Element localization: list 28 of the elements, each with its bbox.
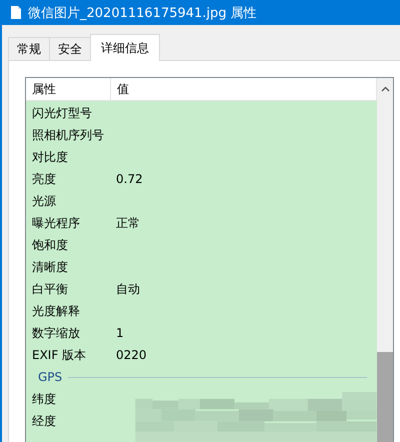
property-name: 曝光程序: [32, 214, 81, 232]
property-name: 照相机序列号: [32, 126, 105, 144]
property-name: 亮度: [32, 170, 57, 188]
property-name: 清晰度: [32, 258, 69, 276]
property-name: 对比度: [32, 148, 69, 166]
property-name: EXIF 版本: [32, 346, 88, 364]
scrollbar[interactable]: [377, 78, 393, 442]
tab[interactable]: 详细信息: [90, 34, 160, 61]
property-name: 经度: [32, 412, 57, 430]
property-name: 纬度: [32, 390, 57, 408]
group-header: GPS: [38, 370, 62, 384]
property-value: 1: [115, 326, 124, 340]
property-value: 自动: [115, 280, 140, 298]
scrollbar-thumb[interactable]: [377, 352, 393, 442]
column-header[interactable]: 属性: [26, 78, 111, 100]
property-name: 白平衡: [32, 280, 69, 298]
property-value: 正常: [115, 214, 140, 232]
property-name: 闪光灯型号: [32, 104, 93, 122]
property-name: 饱和度: [32, 236, 69, 254]
property-name: 数字缩放: [32, 324, 81, 342]
property-name: 光源: [32, 192, 57, 210]
scroll-up-icon[interactable]: [380, 86, 390, 92]
tab[interactable]: 常规: [8, 37, 50, 60]
property-value: 0220: [115, 348, 147, 362]
file-icon: [10, 5, 22, 20]
window-title: 微信图片_20201116175941.jpg 属性: [28, 4, 257, 22]
property-name: 光度解释: [32, 302, 81, 320]
property-value: 0.72: [115, 172, 143, 186]
